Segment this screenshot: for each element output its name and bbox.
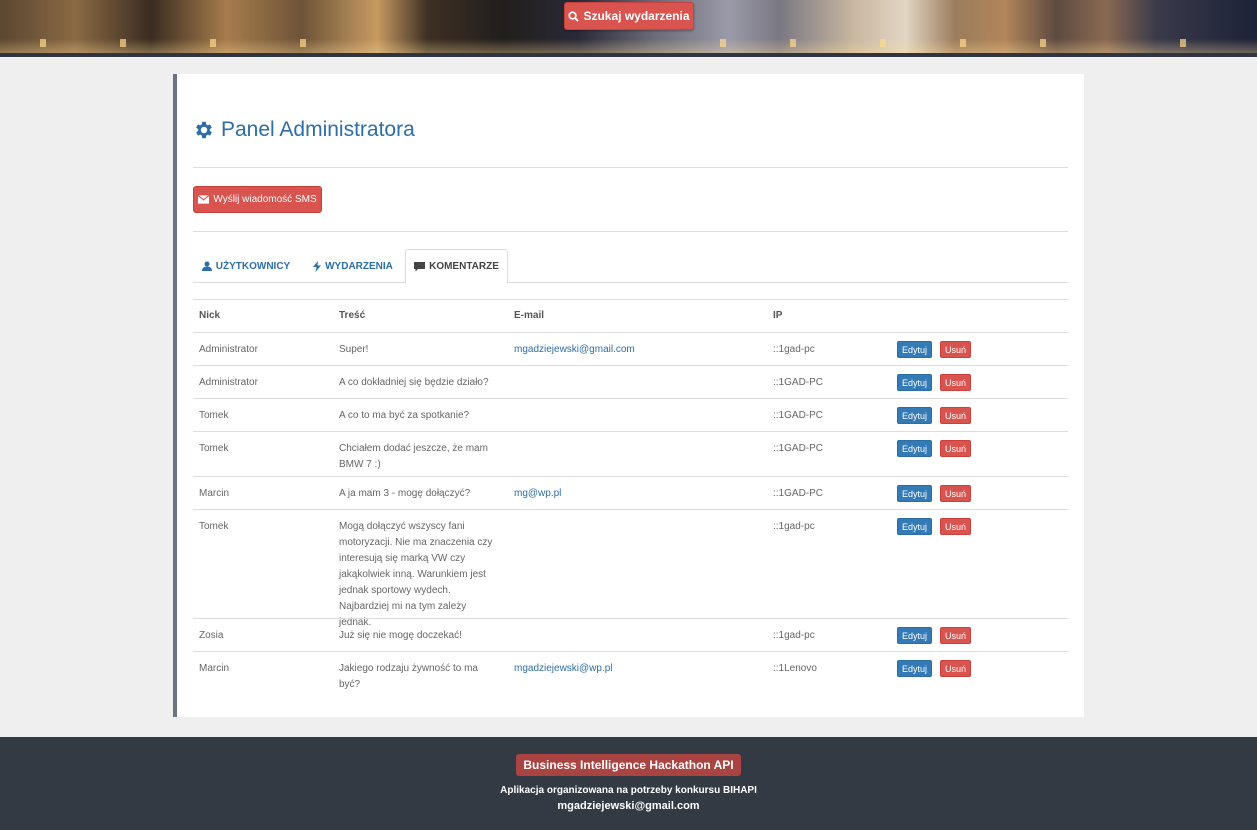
ip-cell: ::1gad-pc (773, 521, 815, 532)
nick-cell: Marcin (199, 488, 230, 499)
email-link[interactable]: mg@wp.pl (514, 486, 561, 502)
edit-button[interactable]: Edytuj (897, 440, 933, 457)
comment-cell: Mogą dołączyć wszyscy fani motoryzacji. … (339, 521, 493, 628)
row-actions: Edytuj Usuń (897, 627, 972, 644)
column-header: Nick (199, 310, 221, 321)
row-actions: Edytuj Usuń (897, 374, 972, 391)
nick-cell: Tomek (199, 521, 229, 532)
comment-cell: A co dokładniej się będzie działo? (339, 377, 489, 388)
row-actions: Edytuj Usuń (897, 485, 972, 502)
row-actions: Edytuj Usuń (897, 660, 972, 677)
edit-button[interactable]: Edytuj (897, 660, 933, 677)
nick-cell: Tomek (199, 443, 229, 454)
comment-cell: A ja mam 3 - mogę dołączyć? (339, 488, 471, 499)
ip-cell: ::1Lenovo (773, 663, 817, 674)
ip-cell: ::1GAD-PC (773, 488, 824, 499)
tab-events[interactable]: WYDARZENIA (303, 249, 403, 283)
ip-cell: ::1GAD-PC (773, 410, 824, 421)
table-row: Tomek A co to ma być za spotkanie? ::1GA… (193, 398, 1068, 431)
row-actions: Edytuj Usuń (897, 407, 972, 424)
nick-cell: Tomek (199, 410, 229, 421)
divider (193, 167, 1068, 168)
ip-cell: ::1GAD-PC (773, 377, 824, 388)
table-row: Tomek Chciałem dodać jeszcze, że mam BMW… (193, 431, 1068, 476)
delete-button[interactable]: Usuń (940, 518, 972, 535)
edit-button[interactable]: Edytuj (897, 374, 933, 391)
page-title: Panel Administratora (193, 118, 415, 142)
email-link[interactable]: mgadziejewski@wp.pl (514, 661, 613, 677)
table-header: Nick Treść E-mail IP (193, 299, 1068, 332)
column-header: IP (773, 310, 783, 321)
divider (193, 231, 1068, 232)
column-header: Treść (339, 310, 366, 321)
delete-button[interactable]: Usuń (940, 485, 972, 502)
search-events-button[interactable]: Szukaj wydarzenia (564, 2, 694, 30)
ip-cell: ::1gad-pc (773, 630, 815, 641)
footer: Business Intelligence Hackathon API Apli… (0, 737, 1257, 830)
bolt-icon (313, 260, 322, 272)
comments-table: Nick Treść E-mail IP Administrator Super… (193, 299, 1068, 690)
tab-comments[interactable]: KOMENTARZE (405, 249, 508, 284)
table-row: Marcin A ja mam 3 - mogę dołączyć? mg@wp… (193, 476, 1068, 509)
comment-cell: Super! (339, 344, 369, 355)
footer-description: Aplikacja organizowana na potrzeby konku… (500, 785, 757, 796)
delete-button[interactable]: Usuń (940, 341, 972, 358)
table-row: Administrator Super! mgadziejewski@gmail… (193, 332, 1068, 365)
nick-cell: Administrator (199, 344, 258, 355)
footer-email: mgadziejewski@gmail.com (557, 800, 700, 812)
table-row: Zosia Już się nie mogę doczekać! ::1gad-… (193, 618, 1068, 651)
edit-button[interactable]: Edytuj (897, 341, 933, 358)
table-row: Tomek Mogą dołączyć wszyscy fani motoryz… (193, 509, 1068, 628)
delete-button[interactable]: Usuń (940, 374, 972, 391)
send-sms-button[interactable]: Wyślij wiadomość SMS (193, 186, 322, 213)
delete-button[interactable]: Usuń (940, 627, 972, 644)
envelope-icon (198, 195, 210, 204)
edit-button[interactable]: Edytuj (897, 407, 933, 424)
column-header: E-mail (514, 310, 545, 321)
nick-cell: Marcin (199, 663, 230, 674)
search-icon (568, 10, 580, 22)
row-actions: Edytuj Usuń (897, 518, 972, 535)
comment-cell: Chciałem dodać jeszcze, że mam BMW 7 :) (339, 443, 488, 470)
comment-cell: Jakiego rodzaju żywność to ma być? (339, 663, 478, 690)
user-icon (201, 261, 212, 271)
delete-button[interactable]: Usuń (940, 660, 972, 677)
page-title-text: Panel Administratora (221, 118, 415, 141)
tab-bar: UŻYTKOWNICY WYDARZENIA KOMENTARZE (193, 249, 1068, 284)
delete-button[interactable]: Usuń (940, 407, 972, 424)
table-row: Marcin Jakiego rodzaju żywność to ma być… (193, 651, 1068, 690)
comment-icon (414, 261, 426, 271)
nick-cell: Zosia (199, 630, 224, 641)
tab-users[interactable]: UŻYTKOWNICY (193, 249, 299, 283)
tab-users-label: UŻYTKOWNICY (215, 260, 291, 272)
gear-icon (196, 121, 212, 139)
table-row: Administrator A co dokładniej się będzie… (193, 365, 1068, 398)
row-actions: Edytuj Usuń (897, 440, 972, 457)
tab-events-label: WYDARZENIA (325, 260, 393, 272)
send-sms-label: Wyślij wiadomość SMS (213, 194, 317, 205)
ip-cell: ::1GAD-PC (773, 443, 824, 454)
admin-panel: Panel Administratora Wyślij wiadomość SM… (173, 74, 1084, 717)
edit-button[interactable]: Edytuj (897, 485, 933, 502)
delete-button[interactable]: Usuń (940, 440, 972, 457)
comment-cell: A co to ma być za spotkanie? (339, 410, 470, 421)
row-actions: Edytuj Usuń (897, 341, 972, 358)
search-events-label: Szukaj wydarzenia (583, 9, 690, 23)
comment-cell: Już się nie mogę doczekać! (339, 630, 462, 641)
edit-button[interactable]: Edytuj (897, 627, 933, 644)
tab-comments-label: KOMENTARZE (429, 261, 499, 272)
edit-button[interactable]: Edytuj (897, 518, 933, 535)
ip-cell: ::1gad-pc (773, 344, 815, 355)
nick-cell: Administrator (199, 377, 258, 388)
email-link[interactable]: mgadziejewski@gmail.com (514, 342, 635, 358)
footer-badge: Business Intelligence Hackathon API (516, 754, 741, 776)
